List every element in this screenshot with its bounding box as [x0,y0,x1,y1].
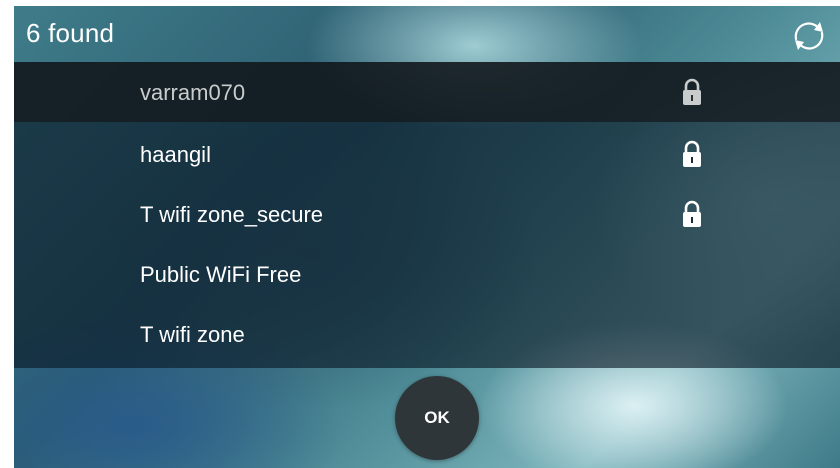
network-row-t-wifi-zone[interactable]: T wifi zone [14,304,840,364]
network-ssid: Public WiFi Free [140,262,302,287]
network-ssid: haangil [140,142,211,167]
network-row-haangil[interactable]: haangil [14,124,840,184]
network-row-public-wifi-free[interactable]: Public WiFi Free [14,244,840,304]
lock-icon [683,140,701,167]
network-ssid: T wifi zone_secure [140,202,324,227]
networks-found-count: 6 found [26,18,115,48]
header-bar: 6 found [14,6,840,62]
refresh-button[interactable] [786,16,832,56]
network-ssid: T wifi zone [140,322,245,347]
wifi-scan-screen: 6 found varram070 haangil T wifi zone_se… [14,6,840,468]
lock-icon [683,78,701,105]
ok-button[interactable]: OK [395,376,479,460]
network-row-varram070[interactable]: varram070 [14,62,840,122]
network-ssid: varram070 [140,80,246,105]
network-row-t-wifi-zone-secure[interactable]: T wifi zone_secure [14,184,840,244]
network-list: varram070 haangil T wifi zone_secure Pub… [14,62,840,368]
lock-icon [683,200,701,227]
refresh-icon [794,22,824,50]
